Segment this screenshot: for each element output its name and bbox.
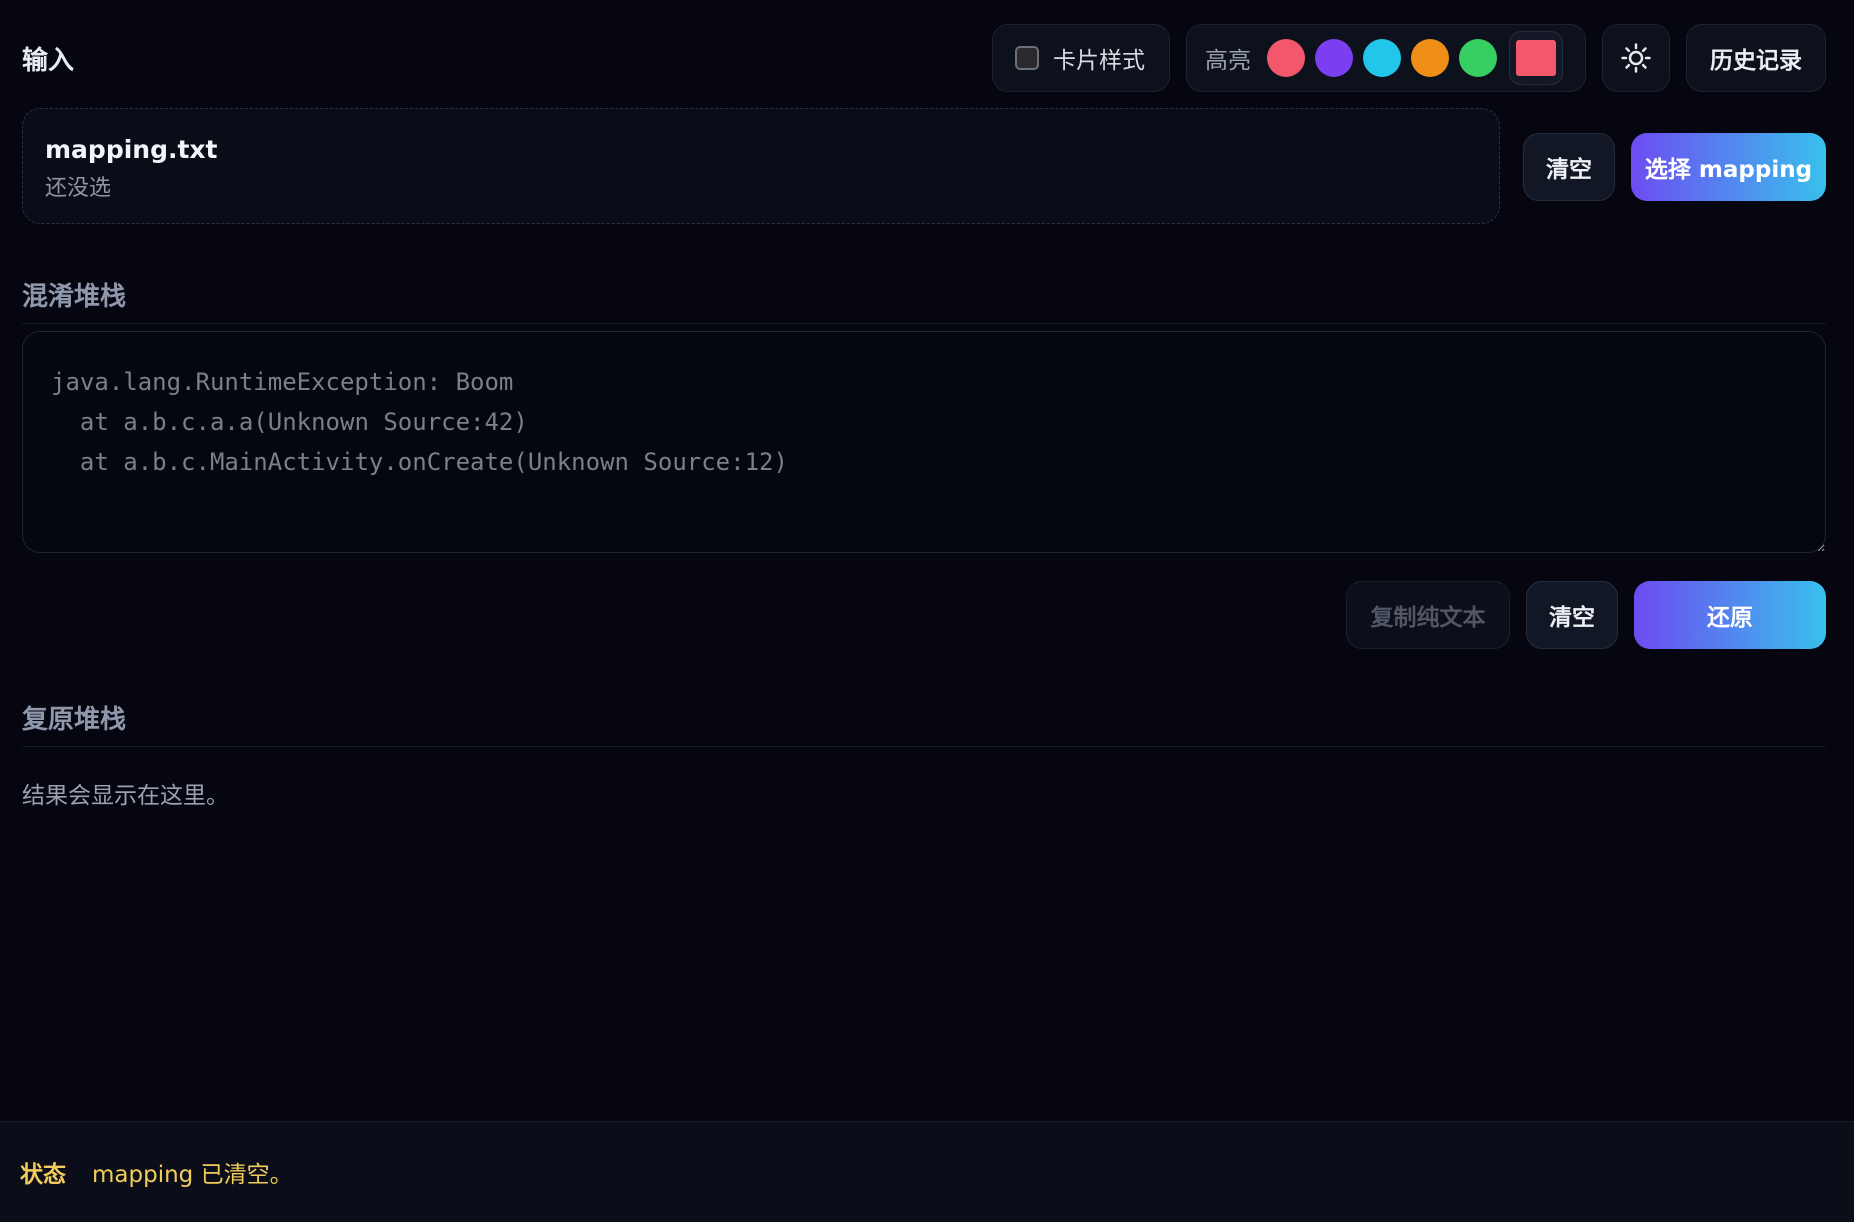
obfuscated-stack-input[interactable] xyxy=(22,331,1826,553)
theme-toggle-button[interactable] xyxy=(1602,24,1670,92)
custom-color-input[interactable] xyxy=(1509,31,1563,85)
app-page: 输入 卡片样式 高亮 历史记录 mapping.txt 还没选 清空 选择 ma… xyxy=(0,0,1854,1222)
card-style-toggle[interactable]: 卡片样式 xyxy=(992,24,1170,92)
clear-mapping-button[interactable]: 清空 xyxy=(1523,133,1615,201)
history-button[interactable]: 历史记录 xyxy=(1686,24,1826,92)
obfuscated-stack-heading: 混淆堆栈 xyxy=(22,276,1826,324)
clear-stack-button[interactable]: 清空 xyxy=(1526,581,1618,649)
mapping-file-name: mapping.txt xyxy=(45,135,218,164)
highlight-label: 高亮 xyxy=(1205,48,1251,74)
select-mapping-button[interactable]: 选择 mapping xyxy=(1631,133,1826,201)
highlight-color-picker: 高亮 xyxy=(1186,24,1586,92)
restored-stack-heading: 复原堆栈 xyxy=(22,699,1826,747)
restored-stack-output: 结果会显示在这里。 xyxy=(22,783,229,809)
highlight-swatch-red[interactable] xyxy=(1267,39,1305,77)
status-bar: 状态 mapping 已清空。 xyxy=(0,1121,1854,1222)
highlight-swatch-purple[interactable] xyxy=(1315,39,1353,77)
copy-plain-text-button[interactable]: 复制纯文本 xyxy=(1346,581,1510,649)
mapping-file-dropzone[interactable]: mapping.txt 还没选 xyxy=(22,108,1500,224)
sun-icon xyxy=(1621,43,1651,73)
restore-button[interactable]: 还原 xyxy=(1634,581,1826,649)
mapping-file-status: 还没选 xyxy=(45,176,112,201)
custom-color-preview xyxy=(1516,40,1556,76)
highlight-swatch-green[interactable] xyxy=(1459,39,1497,77)
status-label: 状态 xyxy=(20,1162,66,1188)
input-section-label: 输入 xyxy=(22,46,75,76)
status-message: mapping 已清空。 xyxy=(92,1162,293,1188)
highlight-swatch-orange[interactable] xyxy=(1411,39,1449,77)
card-style-checkbox[interactable] xyxy=(1015,46,1039,70)
card-style-label: 卡片样式 xyxy=(1053,48,1145,74)
highlight-swatch-cyan[interactable] xyxy=(1363,39,1401,77)
